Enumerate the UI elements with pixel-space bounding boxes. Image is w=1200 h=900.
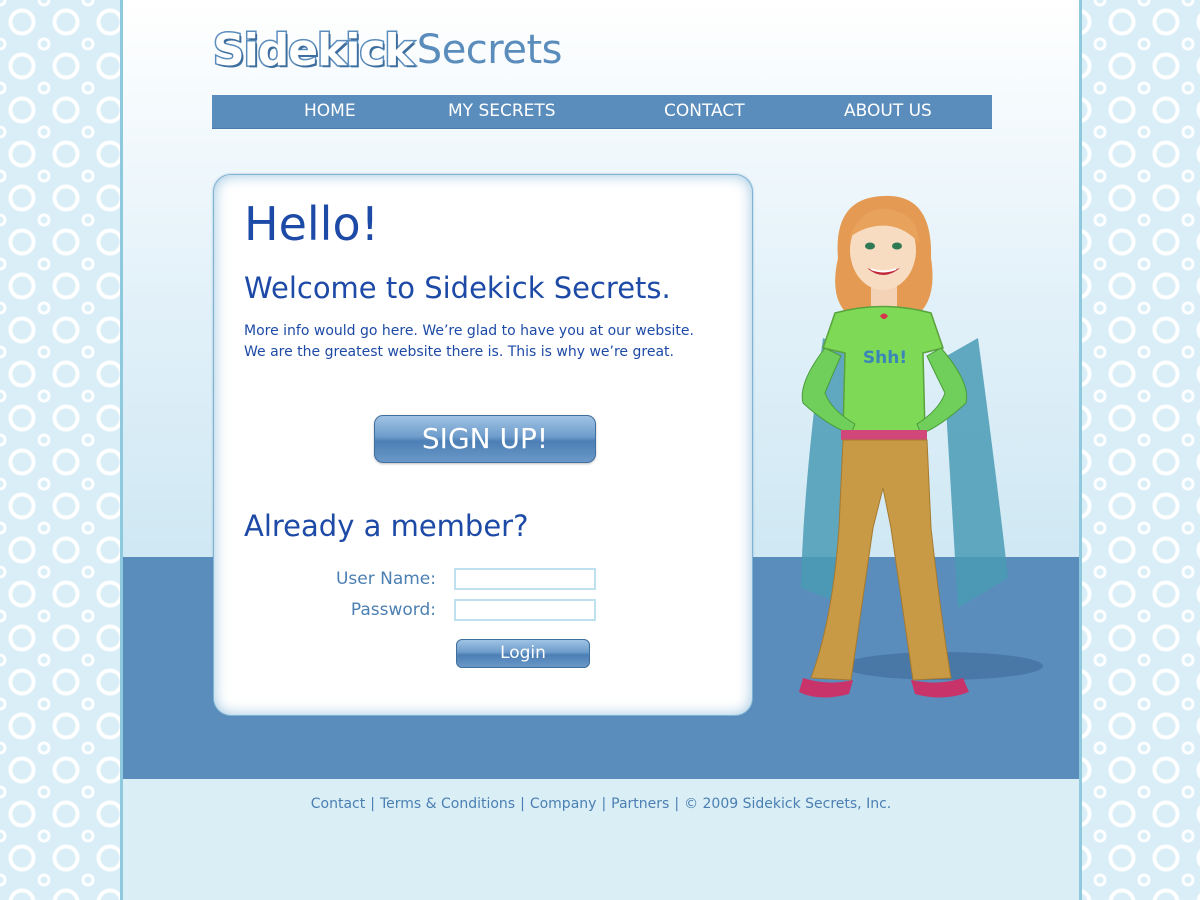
footer-separator: | [601,796,607,812]
site-logo[interactable]: Sidekick Secrets [212,22,563,78]
nav-home[interactable]: HOME [304,95,356,128]
superhero-illustration: Shh! [799,195,1043,698]
nav-my-secrets[interactable]: MY SECRETS [448,95,556,128]
footer-links: Contact | Terms & Conditions | Company | Partn… [123,796,1079,812]
footer-separator: | [674,796,680,812]
logo-bold-text: Sidekick [212,23,416,77]
greeting-heading: Hello! [244,197,380,251]
nav-about-us[interactable]: ABOUT US [844,95,932,128]
footer-copyright: © 2009 Sidekick Secrets, Inc. [684,796,892,812]
info-line-2: We are the greatest website there is. Th… [244,344,674,360]
logo-light-text: Secrets [416,27,563,73]
welcome-heading: Welcome to Sidekick Secrets. [244,271,671,305]
password-field[interactable] [454,599,596,621]
footer-link-company[interactable]: Company [530,796,597,812]
password-label: Password: [350,600,436,620]
nav-contact[interactable]: CONTACT [664,95,745,128]
shirt-text: Shh! [863,348,907,368]
login-button[interactable]: Login [456,639,590,668]
signup-button[interactable]: SIGN UP! [374,415,596,463]
footer-separator: | [370,796,375,812]
footer-link-contact[interactable]: Contact [311,796,365,812]
info-text: More info would go here. We’re glad to h… [244,321,724,363]
main-nav: HOME MY SECRETS CONTACT ABOUT US [212,95,992,129]
footer-link-terms[interactable]: Terms & Conditions [380,796,515,812]
welcome-card: Hello! Welcome to Sidekick Secrets. More… [213,174,753,716]
info-line-1: More info would go here. We’re glad to h… [244,323,694,339]
footer-separator: | [520,796,525,812]
username-label: User Name: [335,569,436,589]
page-container: Sidekick Secrets HOME MY SECRETS CONTACT… [120,0,1082,900]
member-heading: Already a member? [244,509,529,543]
username-field[interactable] [454,568,596,590]
footer-link-partners[interactable]: Partners [611,796,669,812]
